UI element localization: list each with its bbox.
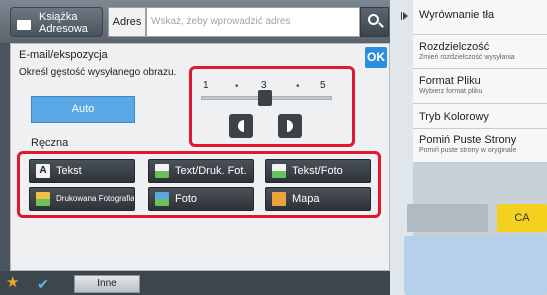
text-photo-icon [272,164,286,178]
density-slider-thumb[interactable] [258,90,272,106]
panel-title: E-mail/ekspozycja [19,49,108,61]
address-input[interactable]: Wskaż, żeby wprowadzić adres [146,7,360,37]
printed-photo-icon [36,192,50,206]
option-label: Tekst [56,165,82,177]
photo-icon [155,192,169,206]
darker-icon [287,120,293,132]
scale-dot: • [296,81,300,92]
option-label: Text/Druk. Fot. [175,165,247,177]
ok-button[interactable]: OK [365,47,387,68]
lighter-icon [238,120,244,132]
menu-item-resolution[interactable]: Rozdzielczość Zmień rozdzielczość wysyła… [413,35,547,69]
option-label: Foto [175,193,198,205]
address-book-label: Książka Adresowa [39,11,88,35]
panel-subtitle: Określ gęstość wysyłanego obrazu. [19,67,177,78]
scale-max-label: 5 [320,80,326,91]
collapse-panel-icon[interactable] [403,12,408,20]
search-button[interactable] [360,7,389,37]
scale-dot: • [235,81,239,92]
menu-item-file-format[interactable]: Format Pliku Wybierz format pliku [413,69,547,104]
menu-item-skip-blank-pages[interactable]: Pomiń Puste Strony Pomiń puste strony w … [413,129,547,163]
menu-item-title: Wyrównanie tła [419,9,495,21]
option-label: Tekst/Foto [292,165,343,177]
menu-item-subtitle: Wybierz format pliku [419,88,483,95]
address-book-button[interactable]: Książka Adresowa [10,7,103,37]
decrease-density-button[interactable] [229,114,253,138]
bottom-bar [0,271,390,295]
option-label: Mapa [292,193,320,205]
address-label: Adres [108,7,146,37]
option-photo-button[interactable]: Foto [148,187,254,211]
option-printed-photo-button[interactable]: Drukowana Fotografia [29,187,135,211]
option-text-photo-button[interactable]: Tekst/Foto [265,159,371,183]
other-button[interactable]: Inne [74,275,140,293]
menu-item-subtitle: Zmień rozdzielczość wysyłania [419,54,515,61]
option-text-printed-photo-button[interactable]: Text/Druk. Fot. [148,159,254,183]
menu-item-subtitle: Pomiń puste strony w oryginale [419,147,517,154]
option-label: Drukowana Fotografia [56,194,135,203]
text-printed-photo-icon [155,164,169,178]
menu-item-title: Format Pliku [419,75,481,87]
menu-item-title: Pomiń Puste Strony [419,134,517,146]
ca-button[interactable]: CA [497,204,547,232]
manual-label: Ręczna [31,137,69,149]
text-icon: A [36,164,50,178]
check-icon[interactable]: ✔ [32,275,54,293]
menu-item-title: Rozdzielczość [419,41,490,53]
address-book-icon [17,20,31,30]
option-text-button[interactable]: A Tekst [29,159,135,183]
menu-item-background-adjust[interactable]: Wyrównanie tła [413,0,547,35]
auto-button[interactable]: Auto [31,96,135,123]
increase-density-button[interactable] [278,114,302,138]
disabled-button [407,204,488,232]
density-slider-highlight [189,66,355,147]
menu-item-color-mode[interactable]: Tryb Kolorowy [413,104,547,129]
map-icon [272,192,286,206]
favorite-star-icon[interactable]: ★ [6,274,19,292]
option-map-button[interactable]: Mapa [265,187,371,211]
left-strip [0,43,10,271]
disabled-start-button [404,236,547,295]
menu-item-title: Tryb Kolorowy [419,111,489,123]
scale-min-label: 1 [203,80,209,91]
